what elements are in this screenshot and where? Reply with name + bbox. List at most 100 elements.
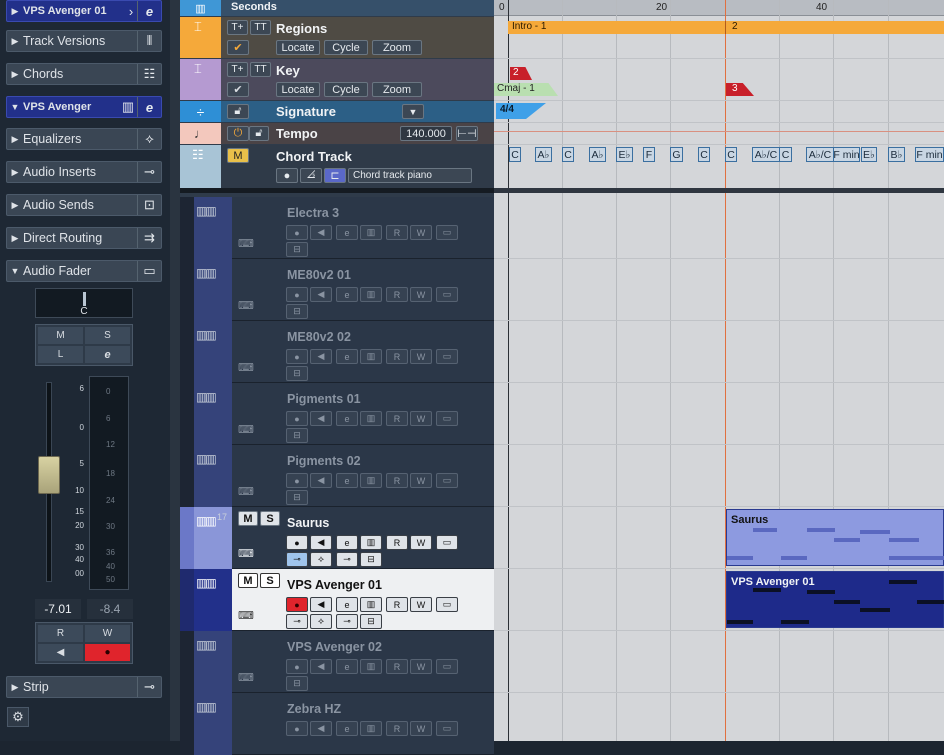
channel-icon[interactable]: ⊟ — [360, 552, 382, 567]
key-track[interactable]: ⌶ T+ TT ✔ Key Locate Cycle Zoom — [180, 59, 494, 100]
edit-icon[interactable]: e — [336, 225, 358, 240]
track-zebra-hz[interactable]: ▥▥ Zebra HZ ● ◀ e ▥ R W ▭ — [180, 693, 494, 755]
track-electra-3[interactable]: ▥▥ ⌨ Electra 3 ● ◀ e ▥ R W ▭ ⊟ — [180, 197, 494, 259]
inserts-icon[interactable]: ⊸ — [286, 552, 308, 567]
chord-event[interactable]: F — [643, 147, 655, 162]
mute-button[interactable]: M — [227, 148, 249, 163]
lanes-icon[interactable]: ▭ — [436, 349, 458, 364]
keyboard-icon[interactable]: ▥ — [360, 597, 382, 612]
edit-icon[interactable]: e — [336, 473, 358, 488]
solo-button[interactable]: S — [260, 573, 280, 588]
write-button[interactable]: W — [410, 287, 432, 302]
edit-icon[interactable]: e — [336, 287, 358, 302]
tempo-value[interactable]: 140.000 — [400, 126, 452, 141]
chord-event[interactable]: F min — [833, 147, 860, 162]
monitor-icon[interactable]: ◀ — [310, 597, 332, 612]
read-button[interactable]: R — [386, 225, 408, 240]
lock-icon[interactable]: 🔓︎ — [227, 104, 249, 119]
expand-icon[interactable]: ▶ — [7, 682, 23, 693]
write-button[interactable]: W — [410, 597, 432, 612]
expand-icon[interactable]: ▶ — [7, 69, 23, 80]
keyboard-icon[interactable]: ▥ — [360, 659, 382, 674]
signature-track[interactable]: ÷ 🔓︎ Signature ▼ — [180, 101, 494, 122]
record-icon[interactable]: ● — [286, 287, 308, 302]
expand-icon[interactable]: ▶ — [7, 167, 23, 178]
lanes-icon[interactable]: ▭ — [436, 287, 458, 302]
monitor-icon[interactable]: ◀ — [310, 473, 332, 488]
edit-icon[interactable]: e — [336, 597, 358, 612]
volume-value[interactable]: -7.01 — [35, 599, 81, 619]
divider-bar[interactable] — [494, 188, 944, 193]
write-button[interactable]: W — [410, 473, 432, 488]
chord-event[interactable]: A♭/C — [752, 147, 780, 162]
record-icon[interactable]: ● — [286, 659, 308, 674]
chord-instrument-select[interactable]: Chord track piano — [348, 168, 472, 183]
monitor-button[interactable]: ◀ — [38, 644, 83, 661]
section-audio-inserts[interactable]: ▶ Audio Inserts ⊸ — [6, 161, 162, 183]
record-icon[interactable]: ● — [286, 349, 308, 364]
instrument-icon[interactable]: ⊏ — [324, 168, 346, 183]
record-icon[interactable]: ● — [286, 721, 308, 736]
expand-icon[interactable]: ▶ — [7, 134, 23, 145]
section-track-versions[interactable]: ▶ Track Versions ⫴ — [6, 30, 162, 52]
solo-button[interactable]: S — [260, 511, 280, 526]
chord-event[interactable]: C — [779, 147, 792, 162]
locate-button[interactable]: Locate — [276, 82, 320, 97]
chevron-right-icon[interactable]: › — [125, 1, 137, 21]
inserts-icon[interactable]: ⊟ — [286, 304, 308, 319]
channel-icon[interactable]: ⊟ — [360, 614, 382, 629]
track-vps-avenger-02[interactable]: ▥▥ ⌨ VPS Avenger 02 ● ◀ e ▥ R W ▭ ⊟ — [180, 631, 494, 693]
inspector-track-header[interactable]: ▶ VPS Avenger 01 › e — [6, 0, 162, 22]
chord-event[interactable]: C — [562, 147, 574, 162]
record-icon[interactable]: ● — [286, 225, 308, 240]
write-button[interactable]: W — [410, 721, 432, 736]
keyboard-icon[interactable]: ▥ — [360, 349, 382, 364]
locate-button[interactable]: Locate — [276, 40, 320, 55]
tempo-track[interactable]: ♩ ⏻ 🔓︎ Tempo 140.000 ⊢⊣ — [180, 123, 494, 144]
power-icon[interactable]: ⏻ — [227, 126, 249, 141]
read-button[interactable]: R — [386, 349, 408, 364]
inserts-icon[interactable]: ⊸ — [286, 614, 308, 629]
monitor-icon[interactable]: ◀ — [310, 535, 332, 550]
keyboard-icon[interactable]: ▥ — [360, 287, 382, 302]
section-strip[interactable]: ▶ Strip ⊸ — [6, 676, 162, 698]
keyboard-icon[interactable]: ▥ — [360, 721, 382, 736]
monitor-icon[interactable]: ◀ — [310, 721, 332, 736]
write-button[interactable]: W — [410, 659, 432, 674]
chord-event[interactable]: F min — [915, 147, 944, 162]
dropdown-icon[interactable]: ▼ — [402, 104, 424, 119]
key-check-icon[interactable]: ✔ — [227, 82, 249, 97]
listen-button[interactable]: L — [38, 346, 83, 363]
midi-part-saurus[interactable]: Saurus — [726, 509, 944, 566]
add-region-button[interactable]: T+ — [227, 20, 248, 35]
region-intro[interactable]: Intro - 1 — [512, 21, 546, 32]
section-direct-routing[interactable]: ▶ Direct Routing ⇉ — [6, 227, 162, 249]
mute-button[interactable]: M — [38, 327, 83, 344]
region-bar[interactable] — [508, 21, 944, 34]
keyboard-icon[interactable]: ▥ — [360, 473, 382, 488]
record-icon[interactable]: ● — [286, 411, 308, 426]
collapse-icon[interactable]: ▼ — [7, 102, 23, 112]
monitor-icon[interactable]: ◀ — [310, 287, 332, 302]
chord-event[interactable]: A♭ — [535, 147, 552, 162]
read-button[interactable]: R — [386, 597, 408, 612]
lanes-icon[interactable]: ▭ — [436, 411, 458, 426]
edit-instrument-icon[interactable]: e — [137, 97, 161, 117]
add-cycle-button[interactable]: TT — [250, 20, 271, 35]
lanes-icon[interactable]: ▭ — [436, 659, 458, 674]
read-button[interactable]: R — [386, 473, 408, 488]
eq-icon[interactable]: ⟡ — [310, 614, 332, 629]
mute-button[interactable]: M — [238, 511, 258, 526]
record-icon[interactable]: ● — [286, 473, 308, 488]
chord-event[interactable]: C — [725, 147, 737, 162]
chord-event[interactable]: E♭ — [861, 147, 877, 162]
edit-channel-icon[interactable]: e — [137, 1, 161, 21]
write-button[interactable]: W — [410, 225, 432, 240]
record-icon[interactable]: ● — [286, 535, 308, 550]
regions-track[interactable]: ⌶ T+ TT ✔ Regions Locate Cycle Zoom — [180, 17, 494, 58]
add-key-cycle-button[interactable]: TT — [250, 62, 271, 77]
gear-icon[interactable]: ⚙ — [7, 707, 29, 727]
chord-event[interactable]: A♭/C — [806, 147, 834, 162]
read-button[interactable]: R — [386, 287, 408, 302]
monitor-icon[interactable]: ◀ — [310, 349, 332, 364]
